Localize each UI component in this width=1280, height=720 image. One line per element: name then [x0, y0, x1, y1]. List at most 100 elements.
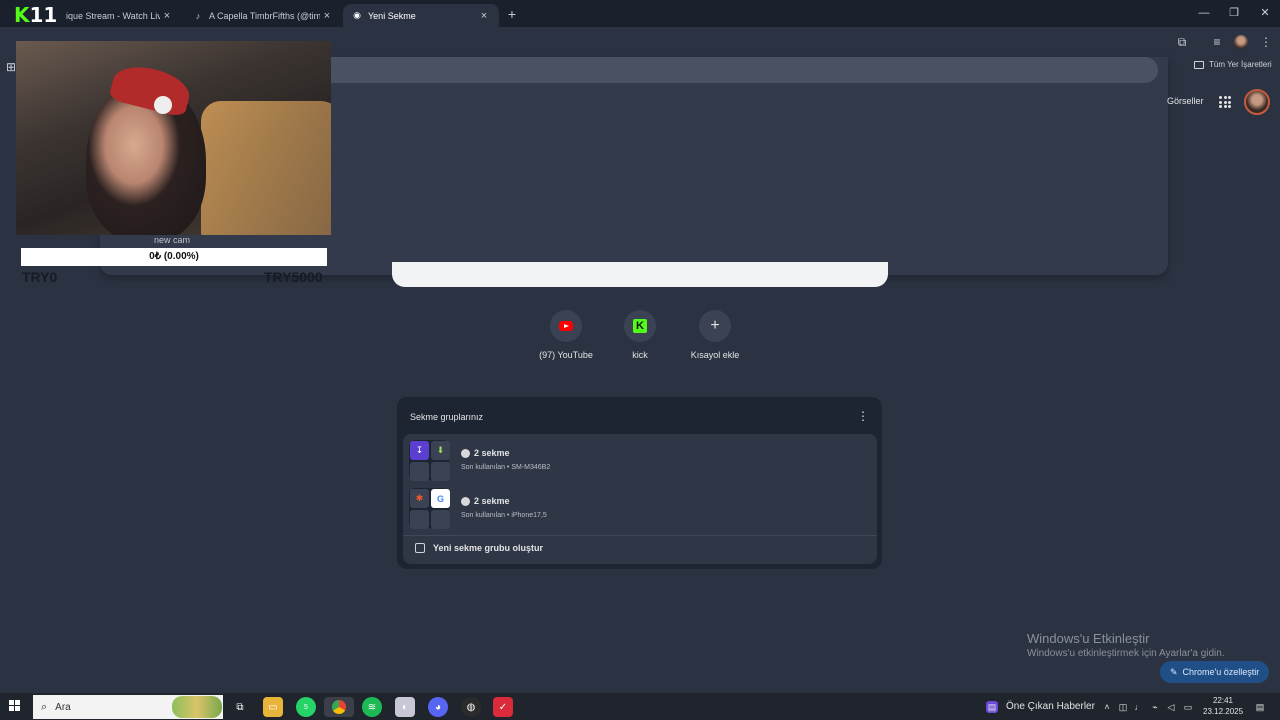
address-bar[interactable] — [316, 57, 1158, 83]
new-tab-button[interactable]: + — [503, 6, 521, 22]
donation-goal-bar: 0₺ (0.00%) — [21, 248, 327, 266]
logo-number: 11 — [29, 3, 58, 27]
chevron-up-icon[interactable]: ˄ — [1101, 701, 1113, 713]
taskbar-clock[interactable]: 22:41 23.12.2025 — [1203, 695, 1243, 717]
shortcut-youtube[interactable]: (97) YouTube — [526, 310, 606, 360]
news-widget-icon[interactable]: ▤ — [986, 701, 998, 713]
goal-max-label: TRY5000 — [264, 269, 323, 285]
tab-group-thumbnail: ✱ G — [409, 488, 450, 529]
whatsapp-icon[interactable]: 5 — [296, 697, 316, 717]
google-account-avatar[interactable] — [1244, 89, 1270, 115]
create-tab-group-button[interactable]: Yeni sekme grubu oluştur — [415, 543, 543, 553]
customize-chrome-button[interactable]: ✎ Chrome'u özelleştir — [1160, 661, 1270, 683]
steam-icon[interactable]: ◐ — [395, 697, 415, 717]
group-color-dot — [461, 497, 470, 506]
tab-close-button[interactable]: × — [160, 10, 174, 22]
tab-title: A Capella TimbrFifths (@timbrf — [209, 10, 320, 21]
keyboard-icon[interactable]: ▭ — [1182, 701, 1194, 713]
tab-close-button[interactable]: × — [320, 10, 334, 22]
tab-title: Yeni Sekme — [368, 10, 416, 21]
tab-groups-card: Sekme gruplarınız ⋮ ↧ ⬇ 2 sekme Son kull… — [397, 397, 882, 569]
google-search-box[interactable] — [392, 262, 888, 287]
discord-icon[interactable]: ◕ — [428, 697, 448, 717]
clock-date: 23.12.2025 — [1203, 707, 1244, 716]
search-highlight-image[interactable] — [172, 696, 222, 718]
stream-logo: K 11 — [10, 3, 62, 27]
tab-groups-menu-icon[interactable]: ⋮ — [857, 409, 869, 423]
task-view-icon[interactable]: ⧉ — [230, 697, 250, 717]
windows-start-icon[interactable] — [9, 700, 21, 712]
goal-min-label: TRY0 — [22, 269, 58, 285]
tab-groups-list: ↧ ⬇ 2 sekme Son kullanılan • SM-M346B2 ✱… — [403, 434, 877, 564]
divider — [403, 535, 877, 536]
network-icon[interactable]: ⌁ — [1149, 701, 1161, 713]
shortcut-icon-circle: + — [699, 310, 731, 342]
shortcut-label: kick — [632, 350, 648, 360]
clock-time: 22:41 — [1212, 696, 1234, 705]
chrome-logo — [332, 700, 346, 714]
google-apps-icon[interactable] — [1219, 96, 1231, 108]
empty-slot — [410, 510, 429, 529]
chrome-taskbar-icon[interactable] — [324, 697, 354, 717]
media-controls-icon[interactable]: ≡ — [1208, 33, 1226, 51]
obs-icon[interactable]: ◍ — [461, 697, 481, 717]
notification-icon[interactable]: ▤ — [1254, 701, 1266, 713]
empty-slot — [431, 510, 450, 529]
profile-avatar[interactable] — [1234, 35, 1248, 49]
tab-title: ique Stream - Watch Live o — [66, 10, 160, 21]
menu-icon[interactable]: ⋮ — [1257, 33, 1275, 51]
tab-tiktok[interactable]: ♪ A Capella TimbrFifths (@timbrf × — [184, 4, 342, 27]
plus-icon: + — [710, 317, 720, 334]
news-widget-label[interactable]: Öne Çıkan Haberler — [1006, 701, 1095, 712]
tab-new-tab[interactable]: ◉ Yeni Sekme × — [343, 4, 499, 27]
tab-group-thumbnail: ↧ ⬇ — [409, 440, 450, 481]
tray-app-icon[interactable]: ◫ — [1117, 701, 1129, 713]
speaker-icon[interactable]: ◁ — [1165, 701, 1177, 713]
arrow-down-icon: ⬇ — [431, 441, 450, 460]
tiktok-icon: ♪ — [195, 10, 201, 21]
file-explorer-icon[interactable]: ▭ — [263, 697, 283, 717]
shortcut-label: (97) YouTube — [539, 350, 593, 360]
minimize-button[interactable]: — — [1189, 4, 1219, 22]
cam-label: new cam — [154, 235, 191, 245]
add-shortcut-button[interactable]: + Kısayol ekle — [675, 310, 755, 360]
empty-slot — [410, 462, 429, 481]
spotify-icon[interactable]: ≋ — [362, 697, 382, 717]
chrome-icon: ◉ — [353, 10, 361, 20]
chair-shape — [201, 101, 331, 235]
youtube-icon — [559, 321, 573, 331]
close-window-button[interactable]: ✕ — [1250, 4, 1280, 22]
webcam-overlay — [16, 41, 331, 235]
microphone-icon[interactable]: ♩ — [1133, 701, 1145, 713]
images-link[interactable]: Görseller — [1167, 96, 1204, 106]
tab-group-row[interactable]: ✱ G 2 sekme Son kullanılan • iPhone17,5 — [403, 482, 877, 529]
restore-button[interactable]: ❐ — [1219, 4, 1249, 22]
kick-icon: K — [633, 319, 647, 333]
tab-group-row[interactable]: ↧ ⬇ 2 sekme Son kullanılan • SM-M346B2 — [403, 434, 877, 481]
download-icon: ↧ — [410, 441, 429, 460]
google-icon: G — [431, 489, 450, 508]
santa-hat-pompom — [154, 96, 172, 114]
whatsapp-badge: 5 — [304, 703, 308, 711]
pencil-icon: ✎ — [1170, 666, 1178, 677]
all-bookmarks-label: Tüm Yer İşaretleri — [1209, 60, 1272, 69]
tab-group-name: 2 sekme — [474, 496, 510, 506]
all-bookmarks-button[interactable]: Tüm Yer İşaretleri — [1194, 60, 1272, 69]
tab-close-button[interactable]: × — [477, 10, 491, 22]
extensions-icon[interactable]: ⧉ — [1173, 33, 1191, 51]
customize-chrome-label: Chrome'u özelleştir — [1182, 667, 1260, 677]
app-icon[interactable]: ✓ — [493, 697, 513, 717]
empty-slot — [431, 462, 450, 481]
folder-icon — [1194, 60, 1204, 69]
shortcut-icon-circle: K — [624, 310, 656, 342]
shortcut-label: Kısayol ekle — [690, 350, 740, 360]
shortcut-icon-circle — [550, 310, 582, 342]
activation-watermark-subtitle: Windows'u etkinleştirmek için Ayarlar'a … — [1027, 648, 1225, 659]
new-group-icon — [415, 543, 425, 553]
pinwheel-icon: ✱ — [410, 489, 429, 508]
tab-group-device: Son kullanılan • iPhone17,5 — [461, 512, 547, 519]
tab-group-device: Son kullanılan • SM-M346B2 — [461, 464, 551, 471]
tab-group-name: 2 sekme — [474, 448, 510, 458]
taskbar-search-placeholder: Ara — [55, 701, 71, 713]
shortcut-kick[interactable]: K kick — [600, 310, 680, 360]
